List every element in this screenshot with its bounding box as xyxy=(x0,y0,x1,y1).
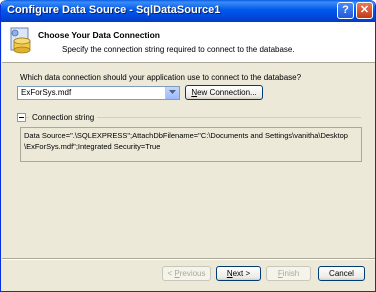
connection-question: Which data connection should your applic… xyxy=(20,73,302,82)
connection-select[interactable]: ExForSys.mdf xyxy=(17,86,180,100)
connection-string-line: Data Source=".\SQLEXPRESS";AttachDbFilen… xyxy=(24,131,348,140)
footer-divider-highlight xyxy=(2,259,375,260)
new-connection-button[interactable]: New Connection... xyxy=(185,85,263,100)
previous-button[interactable]: < Previous xyxy=(162,266,211,281)
page-title: Choose Your Data Connection xyxy=(38,30,161,40)
page-subtitle: Specify the connection string required t… xyxy=(62,45,295,54)
close-button[interactable]: ✕ xyxy=(356,2,373,19)
next-label: ext > xyxy=(232,269,251,278)
title-bar[interactable]: Configure Data Source - SqlDataSource1 ?… xyxy=(1,0,375,22)
connection-select-value: ExForSys.mdf xyxy=(21,88,72,97)
connection-string-line: \ExForSys.mdf";Integrated Security=True xyxy=(24,142,161,151)
chevron-down-icon xyxy=(169,90,176,94)
cancel-button[interactable]: Cancel xyxy=(318,266,365,281)
close-icon: ✕ xyxy=(359,4,370,16)
collapse-toggle[interactable] xyxy=(17,113,26,122)
next-button[interactable]: Next > xyxy=(216,266,261,281)
finish-label: inish xyxy=(282,269,300,278)
connection-string-box[interactable]: Data Source=".\SQLEXPRESS";AttachDbFilen… xyxy=(20,127,362,162)
dialog-window: Configure Data Source - SqlDataSource1 ?… xyxy=(0,0,376,292)
connection-select-dropdown-button[interactable] xyxy=(165,87,179,99)
wizard-header: Choose Your Data Connection Specify the … xyxy=(2,22,375,63)
finish-button[interactable]: Finish xyxy=(266,266,311,281)
help-icon: ? xyxy=(342,4,349,16)
new-connection-label: ew Connection... xyxy=(197,88,257,97)
connection-string-label: Connection string xyxy=(29,113,98,122)
window-title: Configure Data Source - SqlDataSource1 xyxy=(7,4,221,16)
previous-label: revious xyxy=(179,269,206,278)
database-icon xyxy=(10,27,31,54)
help-button[interactable]: ? xyxy=(337,2,354,19)
